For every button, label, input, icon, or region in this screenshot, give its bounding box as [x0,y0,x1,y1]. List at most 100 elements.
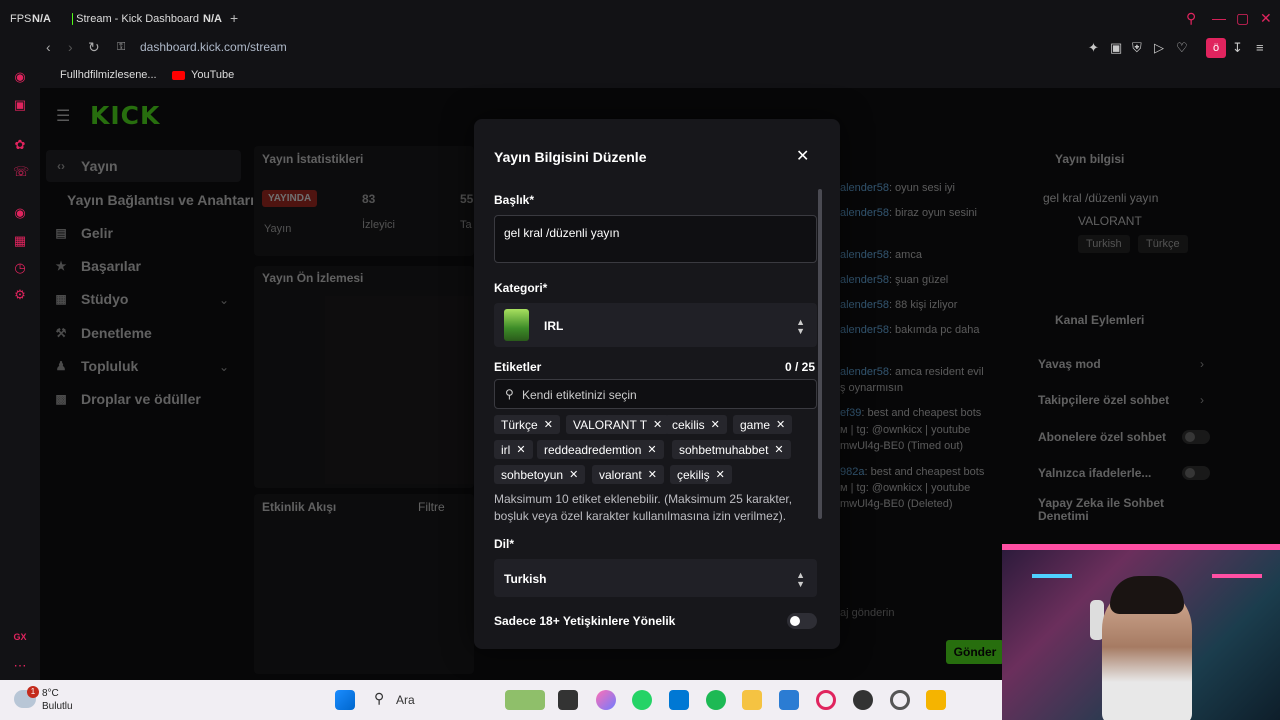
widget-icon[interactable] [505,690,545,710]
sidebar-item-label: Yayın [81,158,118,174]
url-field[interactable]: dashboard.kick.com/stream [140,40,287,54]
remove-tag-icon[interactable]: ✕ [653,418,662,431]
gx-icon[interactable]: GX [13,632,27,646]
outlook-icon[interactable] [779,690,799,710]
start-icon[interactable] [335,690,355,710]
action-followers-only[interactable]: Takipçilere özel sohbet [1038,393,1169,407]
subs-only-toggle[interactable] [1182,430,1210,444]
screenshot-icon[interactable]: ▣ [1110,40,1122,56]
back-icon[interactable]: ‹ [46,39,51,55]
bookmark-fullhdfilm[interactable]: Fullhdfilmizlesene... [60,69,157,81]
chevron-down-icon[interactable]: ⌄ [219,293,229,307]
remove-tag-icon[interactable]: ✕ [648,468,657,481]
copilot-icon[interactable] [596,690,616,710]
sidebar-item-stream-key[interactable]: Yayın Bağlantısı ve Anahtarı [67,192,254,208]
search-tabs-icon[interactable]: ⚲ [1186,10,1196,27]
action-ai-moderation[interactable]: Yapay Zeka ile Sohbet Denetimi [1038,497,1188,523]
language-select[interactable]: Turkish ▲ ▼ [494,559,817,597]
record-icon[interactable]: ◉ [13,205,27,220]
play-icon[interactable]: ▷ [1154,40,1164,56]
sidebar-item-label: Topluluk [81,358,139,374]
remove-tag-icon[interactable]: ✕ [716,468,725,481]
sidebar-item-basarilar[interactable]: ★ Başarılar [53,258,141,274]
activity-panel-title: Etkinlik Akışı [262,500,337,514]
youtube-icon [172,70,185,80]
rockstar-icon[interactable] [926,690,946,710]
opera-gx-icon[interactable] [816,690,836,710]
remove-tag-icon[interactable]: ✕ [647,443,656,456]
chat-send-button[interactable]: Gönder [946,640,1004,664]
adult-content-toggle[interactable] [787,613,817,629]
search-icon[interactable]: ⚲ [374,690,384,707]
chatgpt-icon[interactable]: ✿ [13,137,27,152]
grid-icon[interactable]: ▦ [13,233,27,248]
category-select[interactable]: IRL ▲ ▼ [494,303,817,347]
whatsapp-icon[interactable] [632,690,652,710]
menu-icon[interactable]: ≡ [1256,40,1264,55]
sidebar-item-label: Stüdyo [81,291,129,307]
tab-label: FPS [10,13,32,25]
forward-icon[interactable]: › [68,39,73,55]
maximize-icon[interactable]: ▢ [1236,10,1249,27]
emotes-only-toggle[interactable] [1182,466,1210,480]
action-subs-only[interactable]: Abonelere özel sohbet [1038,430,1166,444]
language-value: Turkish [504,572,547,586]
remove-tag-icon[interactable]: ✕ [711,418,720,431]
heart-icon[interactable]: ♡ [1176,40,1188,56]
task-view-icon[interactable] [558,690,578,710]
new-tab-button[interactable]: + [230,10,238,26]
store-icon[interactable] [669,690,689,710]
bag-icon[interactable]: ▣ [13,97,27,112]
close-icon[interactable]: ✕ [796,146,809,166]
chevron-down-icon[interactable]: ⌄ [219,360,229,374]
speed-dial-icon[interactable]: ◉ [13,69,27,84]
minimize-icon[interactable]: — [1212,10,1226,26]
community-icon: ♟ [55,359,67,373]
title-input[interactable]: gel kral /düzenli yayın [494,215,817,263]
obs-icon[interactable] [853,690,873,710]
sidebar-item-studyo[interactable]: ▦ Stüdyo [53,291,128,307]
viewers-label: İzleyici [362,219,396,231]
settings-icon[interactable]: ⚙ [13,287,27,302]
remove-tag-icon[interactable]: ✕ [776,418,785,431]
whatsapp-icon[interactable]: ☏ [13,164,29,179]
download-icon[interactable]: ↧ [1232,40,1243,56]
sidebar-item-droplar[interactable]: ▩ Droplar ve ödüller [53,391,200,407]
history-icon[interactable]: ◷ [13,260,27,275]
tab-na[interactable]: N/A [32,8,51,30]
tab-kick-dashboard[interactable]: Stream - Kick Dashboard N/A [72,8,222,30]
close-window-icon[interactable]: ✕ [1260,10,1272,27]
stream-preview[interactable] [325,296,473,484]
sidebar-item-topluluk[interactable]: ♟ Topluluk [53,358,139,374]
tag-chip: çekiliş ✕ [670,465,732,484]
sidebar-item-denetleme[interactable]: ⚒ Denetleme [53,325,152,341]
shield-icon[interactable]: ⛨ [1132,40,1142,56]
action-emotes-only[interactable]: Yalnızca ifadelerle... [1038,466,1151,480]
chat-input[interactable]: aj gönderin [840,607,894,619]
kick-logo[interactable]: KICK [90,101,160,130]
pin-icon[interactable]: ✦ [1088,40,1099,56]
reload-icon[interactable]: ↻ [88,39,100,56]
sidebar-item-yayin[interactable]: ‹› Yayın [53,158,118,174]
remove-tag-icon[interactable]: ✕ [569,468,578,481]
more-icon[interactable]: ⋯ [13,658,27,673]
tags-search-input[interactable]: ⚲ Kendi etiketinizi seçin [494,379,817,409]
tab-fps[interactable]: FPS [10,8,31,30]
activity-filter[interactable]: Filtre [418,500,445,514]
settings-icon[interactable] [890,690,910,710]
modal-scrollbar-thumb[interactable] [818,189,822,519]
profile-avatar[interactable]: ö [1206,38,1226,58]
edit-stream-info-modal: Yayın Bilgisini Düzenle ✕ Başlık* gel kr… [474,119,840,649]
taskbar-search[interactable]: Ara [396,693,415,707]
remove-tag-icon[interactable]: ✕ [544,418,553,431]
remove-tag-icon[interactable]: ✕ [516,443,525,456]
sidebar-item-gelir[interactable]: ▤ Gelir [53,225,113,241]
hamburger-icon[interactable]: ☰ [56,106,70,126]
remove-tag-icon[interactable]: ✕ [774,443,783,456]
folder-icon[interactable] [742,690,762,710]
spotify-icon[interactable] [706,690,726,710]
action-slow-mode[interactable]: Yavaş mod [1038,357,1101,371]
stream-info-stream-title: gel kral /düzenli yayın [1043,191,1159,205]
bookmark-youtube[interactable]: YouTube [172,69,234,81]
language-label: Dil* [494,537,515,551]
